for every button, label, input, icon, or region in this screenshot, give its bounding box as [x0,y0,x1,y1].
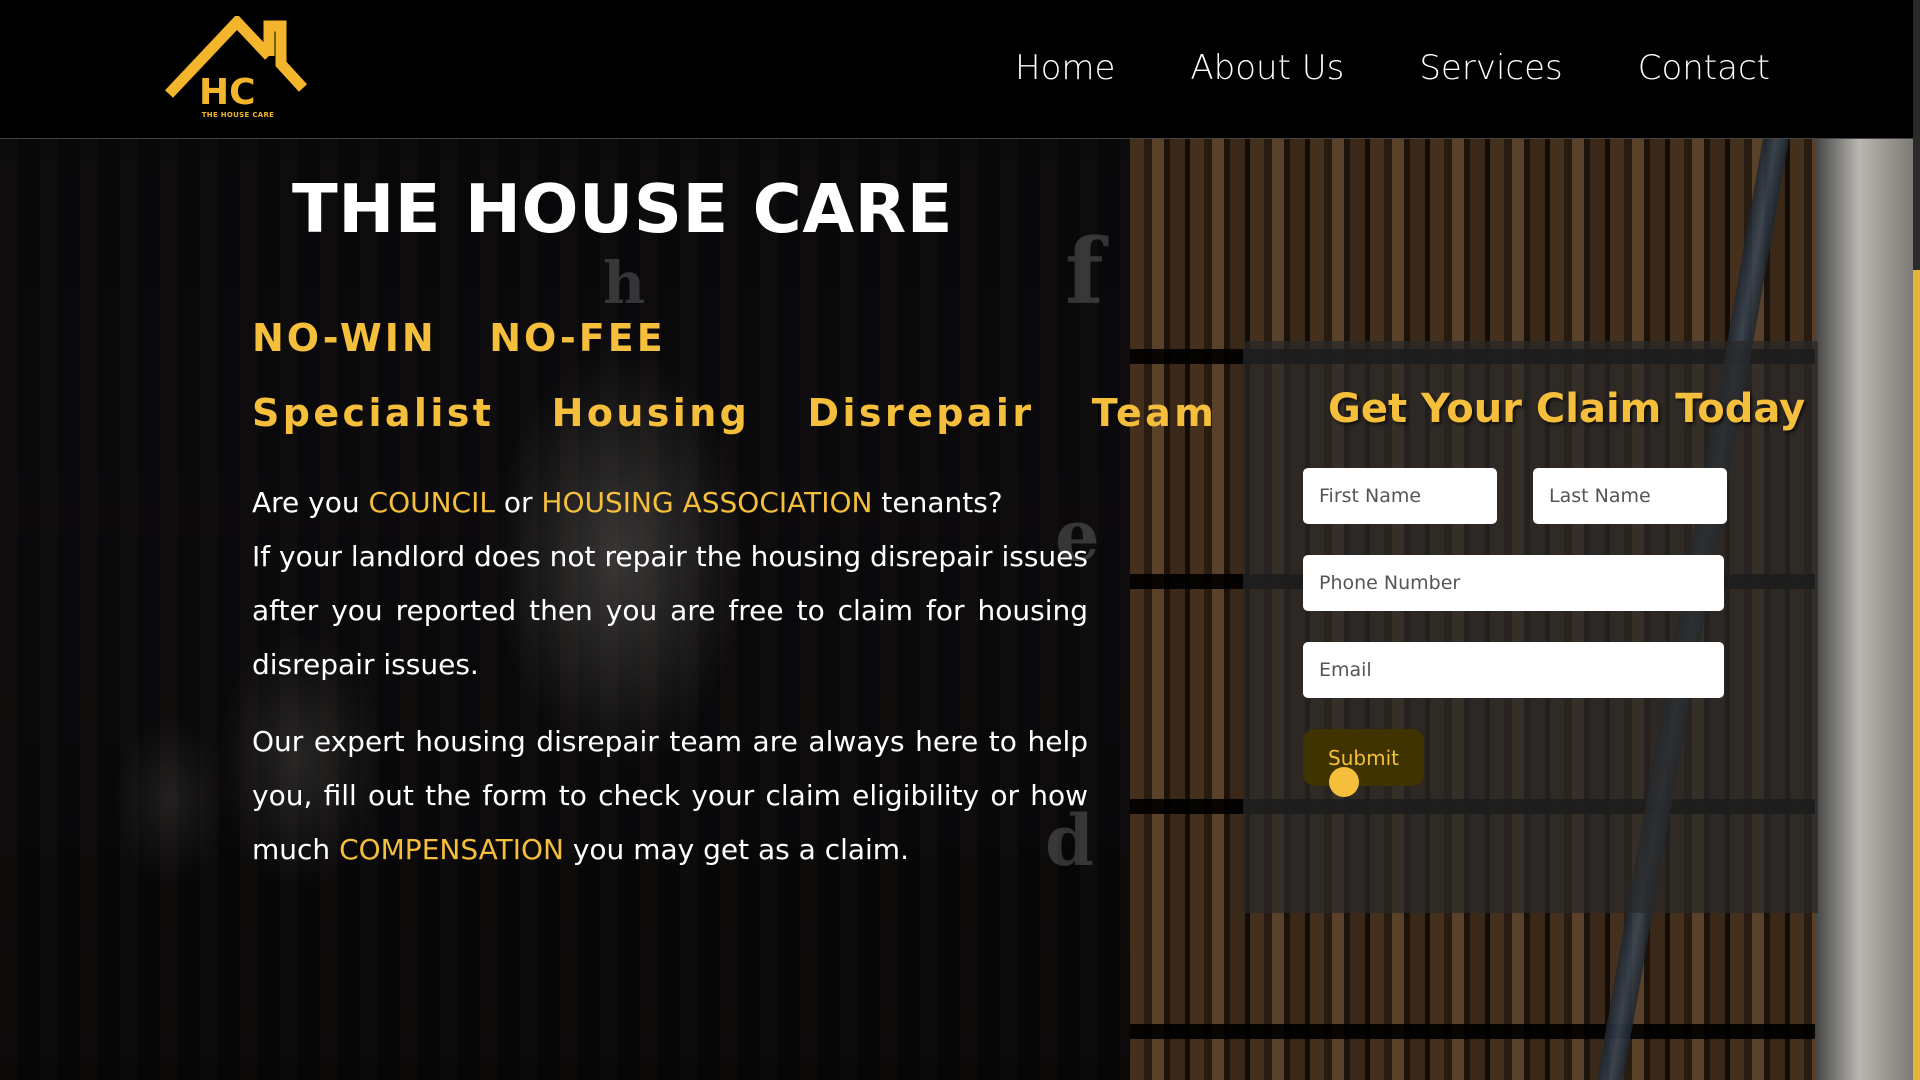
top-nav: HC THE HOUSE CARE Home About Us Services… [0,0,1913,139]
hero-title: THE HOUSE CARE [292,170,954,248]
intro-text: Are you [252,486,369,519]
nav-contact[interactable]: Contact [1638,48,1770,88]
statue-edge-image [1815,139,1913,1080]
highlight-compensation: COMPENSATION [339,833,564,866]
svg-text:HC: HC [199,72,256,113]
decorative-letter: f [1065,219,1104,325]
highlight-council: COUNCIL [368,486,495,519]
email-input[interactable] [1303,642,1724,698]
intro-text: If your landlord does not repair the hou… [252,540,1088,681]
cursor-indicator [1329,767,1359,797]
nav-home[interactable]: Home [1015,48,1115,88]
claim-form-title: Get Your Claim Today [1328,386,1806,432]
hero-intro-paragraph: Are you COUNCIL or HOUSING ASSOCIATION t… [252,476,1088,692]
hero-help-paragraph: Our expert housing disrepair team are al… [252,715,1088,877]
hero-tagline-specialist: Specialist Housing Disrepair Team [252,391,1218,435]
scrollbar-thumb[interactable] [1913,270,1920,1080]
intro-text: or [494,486,542,519]
house-care-logo[interactable]: HC THE HOUSE CARE [165,13,311,122]
help-text: you may get as a claim. [563,833,909,866]
highlight-housing-association: HOUSING ASSOCIATION [541,486,873,519]
intro-text: tenants? [872,486,1003,519]
main-menu: Home About Us Services Contact [1015,48,1770,88]
nav-services[interactable]: Services [1419,48,1562,88]
phone-number-input[interactable] [1303,555,1724,611]
hero-tagline-no-win-no-fee: NO-WIN NO-FEE [252,316,666,360]
logo-caption: THE HOUSE CARE [201,111,275,119]
nav-about-us[interactable]: About Us [1190,48,1344,88]
last-name-input[interactable] [1533,468,1727,524]
decorative-letter: h [603,249,646,317]
submit-button[interactable]: Submit [1303,729,1424,786]
first-name-input[interactable] [1303,468,1497,524]
house-logo-icon: HC [165,13,308,113]
